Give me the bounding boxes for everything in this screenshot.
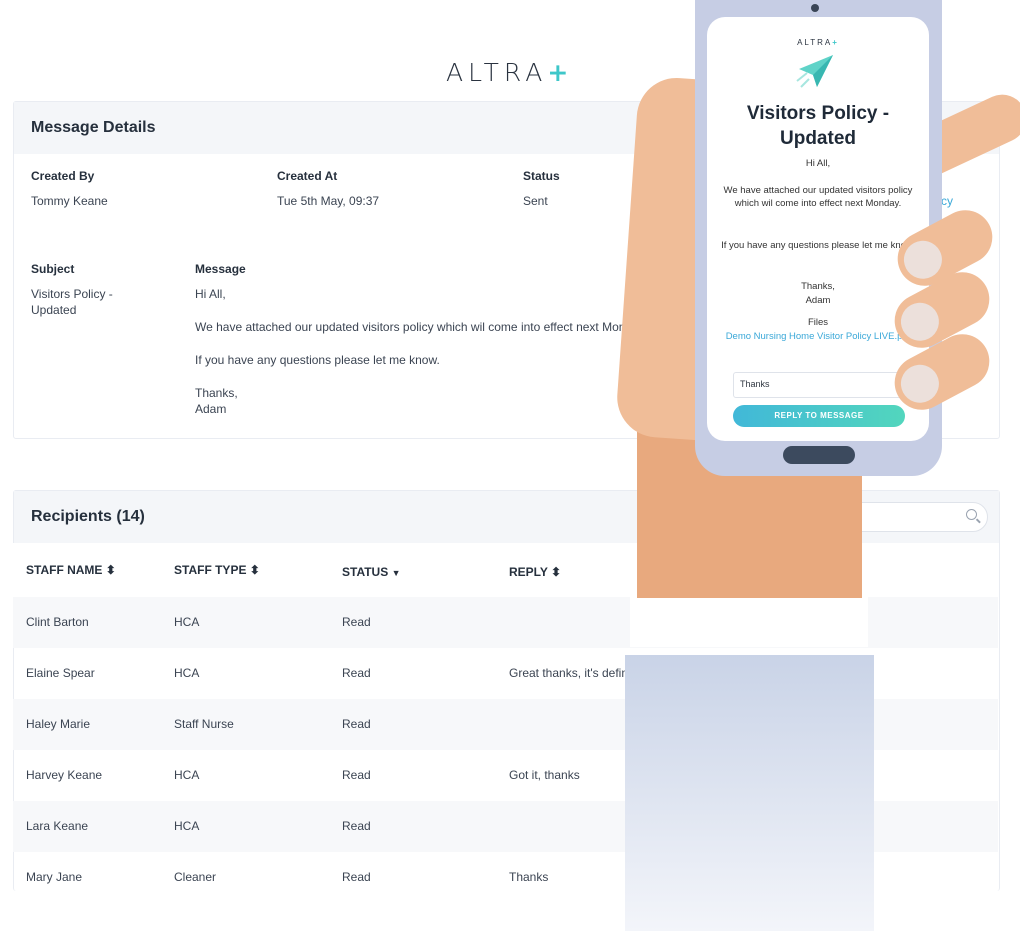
staff-name-cell: Lara Keane: [26, 819, 89, 833]
staff-type-cell: Staff Nurse: [174, 717, 234, 731]
phone-signoff: Thanks,: [801, 281, 835, 292]
phone-questions: If you have any questions please let me …: [721, 240, 915, 251]
message-label: Message: [195, 262, 246, 276]
sleeve-illustration: [625, 655, 874, 931]
staff-type-cell: HCA: [174, 819, 200, 833]
sort-icon: ⬍: [249, 563, 260, 577]
status-cell: Read: [342, 717, 371, 731]
phone-reply-input[interactable]: Thanks: [733, 372, 905, 398]
subject-label: Subject: [31, 262, 75, 276]
search-icon: [966, 509, 977, 520]
file-link-fragment[interactable]: cy: [941, 193, 953, 209]
search-input[interactable]: [845, 502, 988, 532]
staff-name-cell: Elaine Spear: [26, 666, 95, 680]
column-reply[interactable]: REPLY ⬍: [509, 565, 561, 579]
staff-type-cell: HCA: [174, 666, 200, 680]
reply-cell: Great thanks, it's defin: [509, 666, 629, 680]
sort-icon: ⬍: [551, 565, 562, 579]
created-at-label: Created At: [277, 169, 338, 183]
fingernail-illustration: [894, 296, 946, 348]
staff-name-cell: Clint Barton: [26, 615, 89, 629]
staff-type-cell: HCA: [174, 768, 200, 782]
phone-sender: Adam: [805, 295, 831, 306]
created-by-value: Tommy Keane: [31, 194, 108, 208]
message-line: If you have any questions please let me …: [195, 353, 440, 367]
message-line: We have attached our updated visitors po…: [195, 320, 626, 334]
message-line: Adam: [195, 402, 227, 416]
created-by-label: Created By: [31, 169, 95, 183]
staff-name-cell: Harvey Keane: [26, 768, 103, 782]
shirt-cuff-illustration: [630, 597, 868, 647]
phone-message-title: Visitors Policy - Updated: [746, 103, 890, 149]
created-at-value: Tue 5th May, 09:37: [277, 194, 380, 208]
phone-greeting: Hi All,: [805, 158, 831, 169]
sort-desc-icon: ▼: [391, 568, 401, 578]
message-line: Hi All,: [195, 287, 226, 301]
phone-brand-logo: ALTRA+: [797, 38, 839, 47]
status-label: Status: [523, 169, 560, 183]
staff-type-cell: Cleaner: [174, 870, 217, 884]
phone-camera: [811, 4, 819, 12]
reply-cell: Thanks: [509, 870, 549, 884]
status-cell: Read: [342, 615, 371, 629]
status-cell: Read: [342, 768, 371, 782]
column-staff-type[interactable]: STAFF TYPE ⬍: [174, 563, 260, 577]
phone-file-link[interactable]: Demo Nursing Home Visitor Policy LIVE.pd…: [721, 330, 915, 343]
staff-type-cell: HCA: [174, 615, 200, 629]
phone-body: We have attached our updated visitors po…: [723, 185, 913, 209]
reply-cell: Got it, thanks: [509, 768, 580, 782]
sort-icon: ⬍: [105, 563, 116, 577]
status-value: Sent: [523, 194, 548, 208]
subject-value: Visitors Policy - Updated: [31, 287, 113, 317]
phone-files-label: Files: [807, 317, 829, 328]
paper-plane-icon: [796, 55, 833, 88]
fingernail-illustration: [894, 358, 946, 410]
reply-to-message-button[interactable]: REPLY TO MESSAGE: [733, 405, 905, 427]
message-line: Thanks,: [195, 386, 238, 400]
phone-home-button: [783, 446, 855, 464]
brand-logo: ALTRA+: [446, 58, 574, 87]
column-staff-name[interactable]: STAFF NAME ⬍: [26, 563, 116, 577]
column-status[interactable]: STATUS ▼: [342, 565, 400, 579]
staff-name-cell: Haley Marie: [26, 717, 91, 731]
status-cell: Read: [342, 870, 371, 884]
status-cell: Read: [342, 819, 371, 833]
staff-name-cell: Mary Jane: [26, 870, 83, 884]
status-cell: Read: [342, 666, 371, 680]
fingernail-illustration: [897, 234, 949, 286]
